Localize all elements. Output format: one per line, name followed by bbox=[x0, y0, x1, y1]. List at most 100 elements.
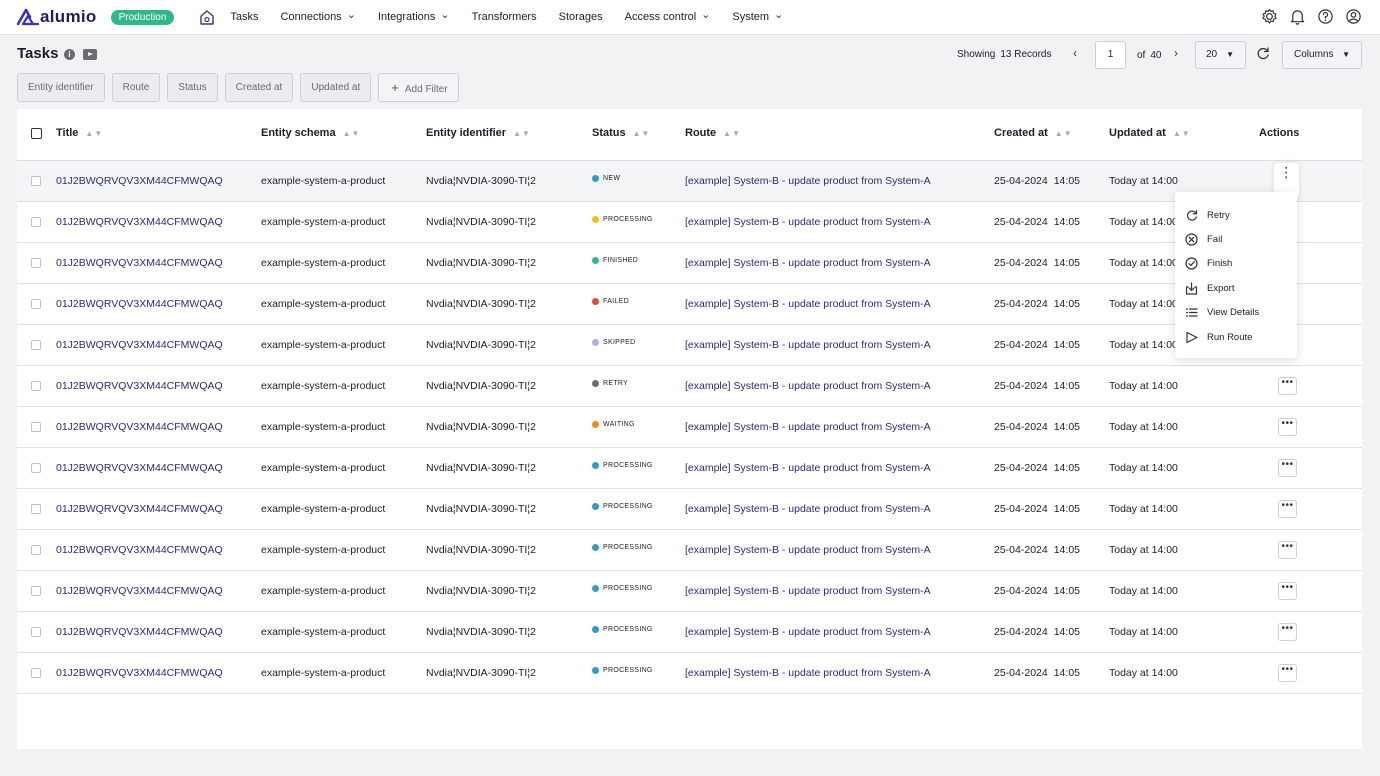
route-link[interactable]: [example] System-B - update product from… bbox=[685, 298, 931, 310]
route-link[interactable]: [example] System-B - update product from… bbox=[685, 257, 931, 269]
row-checkbox[interactable] bbox=[31, 176, 41, 186]
column-created[interactable]: Created at ▲▼ bbox=[994, 127, 1073, 139]
sort-icon[interactable]: ▲▼ bbox=[1173, 129, 1191, 138]
nav-item-connections[interactable]: Connections ⌄ bbox=[281, 9, 356, 24]
user-icon[interactable] bbox=[1345, 8, 1362, 25]
route-link[interactable]: [example] System-B - update product from… bbox=[685, 585, 931, 597]
filter-status[interactable]: Status bbox=[167, 73, 218, 102]
column-route[interactable]: Route ▲▼ bbox=[685, 127, 741, 139]
menu-item-view-details[interactable]: View Details bbox=[1185, 304, 1259, 322]
sort-icon[interactable]: ▲▼ bbox=[85, 129, 103, 138]
filter-created-at[interactable]: Created at bbox=[224, 73, 294, 102]
table-row[interactable]: 01J2BWQRVQV3XM44CFMWQAQ example-system-a-… bbox=[17, 448, 1362, 489]
table-row[interactable]: 01J2BWQRVQV3XM44CFMWQAQ example-system-a-… bbox=[17, 530, 1362, 571]
table-row[interactable]: 01J2BWQRVQV3XM44CFMWQAQ example-system-a-… bbox=[17, 366, 1362, 407]
page-number-input[interactable]: 1 bbox=[1095, 41, 1126, 69]
route-link[interactable]: [example] System-B - update product from… bbox=[685, 462, 931, 474]
sort-icon[interactable]: ▲▼ bbox=[633, 129, 651, 138]
task-title-link[interactable]: 01J2BWQRVQV3XM44CFMWQAQ bbox=[56, 339, 223, 351]
filter-route[interactable]: Route bbox=[111, 73, 161, 102]
route-link[interactable]: [example] System-B - update product from… bbox=[685, 421, 931, 433]
table-row[interactable]: 01J2BWQRVQV3XM44CFMWQAQ example-system-a-… bbox=[17, 571, 1362, 612]
table-row[interactable]: 01J2BWQRVQV3XM44CFMWQAQ example-system-a-… bbox=[17, 161, 1362, 202]
row-checkbox[interactable] bbox=[31, 217, 41, 227]
row-checkbox[interactable] bbox=[31, 627, 41, 637]
task-title-link[interactable]: 01J2BWQRVQV3XM44CFMWQAQ bbox=[56, 421, 223, 433]
row-checkbox[interactable] bbox=[31, 463, 41, 473]
nav-item-storages[interactable]: Storages bbox=[559, 11, 603, 23]
route-link[interactable]: [example] System-B - update product from… bbox=[685, 339, 931, 351]
info-icon[interactable]: i bbox=[64, 49, 75, 60]
per-page-select[interactable]: 20 ▼ bbox=[1195, 41, 1246, 69]
menu-item-retry[interactable]: Retry bbox=[1185, 206, 1230, 224]
route-link[interactable]: [example] System-B - update product from… bbox=[685, 216, 931, 228]
task-title-link[interactable]: 01J2BWQRVQV3XM44CFMWQAQ bbox=[56, 667, 223, 679]
nav-item-transformers[interactable]: Transformers bbox=[472, 11, 537, 23]
more-horizontal-icon[interactable]: ••• bbox=[1278, 377, 1297, 395]
sort-icon[interactable]: ▲▼ bbox=[1055, 129, 1073, 138]
task-title-link[interactable]: 01J2BWQRVQV3XM44CFMWQAQ bbox=[56, 216, 223, 228]
nav-item-access-control[interactable]: Access control ⌄ bbox=[625, 9, 711, 24]
columns-dropdown[interactable]: Columns ▼ bbox=[1282, 41, 1362, 69]
menu-item-export[interactable]: Export bbox=[1185, 279, 1234, 297]
task-title-link[interactable]: 01J2BWQRVQV3XM44CFMWQAQ bbox=[56, 503, 223, 515]
column-title[interactable]: Title ▲▼ bbox=[56, 127, 103, 139]
column-identifier[interactable]: Entity identifier ▲▼ bbox=[426, 127, 531, 139]
task-title-link[interactable]: 01J2BWQRVQV3XM44CFMWQAQ bbox=[56, 380, 223, 392]
task-title-link[interactable]: 01J2BWQRVQV3XM44CFMWQAQ bbox=[56, 544, 223, 556]
route-link[interactable]: [example] System-B - update product from… bbox=[685, 380, 931, 392]
table-row[interactable]: 01J2BWQRVQV3XM44CFMWQAQ example-system-a-… bbox=[17, 284, 1362, 325]
table-row[interactable]: 01J2BWQRVQV3XM44CFMWQAQ example-system-a-… bbox=[17, 325, 1362, 366]
menu-item-fail[interactable]: Fail bbox=[1185, 230, 1222, 248]
chevron-left-icon[interactable]: ‹ bbox=[1073, 46, 1077, 60]
task-title-link[interactable]: 01J2BWQRVQV3XM44CFMWQAQ bbox=[56, 257, 223, 269]
more-horizontal-icon[interactable]: ••• bbox=[1278, 623, 1297, 641]
column-status[interactable]: Status ▲▼ bbox=[592, 127, 650, 139]
column-updated[interactable]: Updated at ▲▼ bbox=[1109, 127, 1191, 139]
video-icon[interactable] bbox=[83, 49, 97, 60]
task-title-link[interactable]: 01J2BWQRVQV3XM44CFMWQAQ bbox=[56, 462, 223, 474]
nav-item-integrations[interactable]: Integrations ⌄ bbox=[378, 9, 450, 24]
row-checkbox[interactable] bbox=[31, 381, 41, 391]
table-row[interactable]: 01J2BWQRVQV3XM44CFMWQAQ example-system-a-… bbox=[17, 489, 1362, 530]
select-all-checkbox[interactable] bbox=[31, 128, 42, 139]
nav-item-system[interactable]: System ⌄ bbox=[732, 9, 783, 24]
route-link[interactable]: [example] System-B - update product from… bbox=[685, 626, 931, 638]
route-link[interactable]: [example] System-B - update product from… bbox=[685, 503, 931, 515]
menu-item-run-route[interactable]: Run Route bbox=[1185, 328, 1252, 346]
row-checkbox[interactable] bbox=[31, 258, 41, 268]
chevron-right-icon[interactable]: › bbox=[1174, 46, 1178, 60]
sort-icon[interactable]: ▲▼ bbox=[343, 129, 361, 138]
nav-item-tasks[interactable]: Tasks bbox=[230, 11, 258, 23]
filter-updated-at[interactable]: Updated at bbox=[300, 73, 372, 102]
table-row[interactable]: 01J2BWQRVQV3XM44CFMWQAQ example-system-a-… bbox=[17, 202, 1362, 243]
bell-icon[interactable] bbox=[1289, 8, 1306, 25]
environment-badge[interactable]: Production bbox=[110, 9, 175, 25]
table-row[interactable]: 01J2BWQRVQV3XM44CFMWQAQ example-system-a-… bbox=[17, 407, 1362, 448]
column-schema[interactable]: Entity schema ▲▼ bbox=[261, 127, 360, 139]
row-checkbox[interactable] bbox=[31, 422, 41, 432]
more-horizontal-icon[interactable]: ••• bbox=[1278, 582, 1297, 600]
settings-icon[interactable] bbox=[1261, 8, 1278, 25]
sort-icon[interactable]: ▲▼ bbox=[723, 129, 741, 138]
menu-item-finish[interactable]: Finish bbox=[1185, 255, 1232, 273]
help-icon[interactable] bbox=[1317, 8, 1334, 25]
row-checkbox[interactable] bbox=[31, 504, 41, 514]
more-horizontal-icon[interactable]: ••• bbox=[1278, 541, 1297, 559]
table-row[interactable]: 01J2BWQRVQV3XM44CFMWQAQ example-system-a-… bbox=[17, 653, 1362, 694]
row-checkbox[interactable] bbox=[31, 299, 41, 309]
row-checkbox[interactable] bbox=[31, 586, 41, 596]
route-link[interactable]: [example] System-B - update product from… bbox=[685, 667, 931, 679]
table-row[interactable]: 01J2BWQRVQV3XM44CFMWQAQ example-system-a-… bbox=[17, 243, 1362, 284]
row-checkbox[interactable] bbox=[31, 545, 41, 555]
row-checkbox[interactable] bbox=[31, 340, 41, 350]
task-title-link[interactable]: 01J2BWQRVQV3XM44CFMWQAQ bbox=[56, 298, 223, 310]
more-horizontal-icon[interactable]: ••• bbox=[1278, 664, 1297, 682]
home-icon[interactable] bbox=[198, 8, 216, 26]
route-link[interactable]: [example] System-B - update product from… bbox=[685, 175, 931, 187]
task-title-link[interactable]: 01J2BWQRVQV3XM44CFMWQAQ bbox=[56, 585, 223, 597]
task-title-link[interactable]: 01J2BWQRVQV3XM44CFMWQAQ bbox=[56, 175, 223, 187]
more-horizontal-icon[interactable]: ••• bbox=[1278, 418, 1297, 436]
filter-entity-identifier[interactable]: Entity identifier bbox=[17, 73, 105, 102]
sort-icon[interactable]: ▲▼ bbox=[513, 129, 531, 138]
